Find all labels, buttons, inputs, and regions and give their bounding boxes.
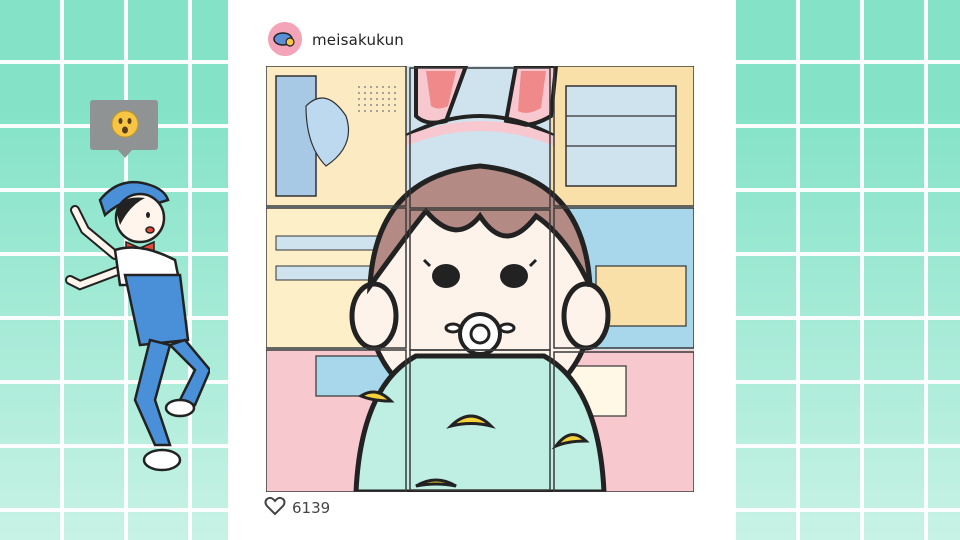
user-avatar[interactable]	[268, 22, 302, 56]
puzzle-tile[interactable]	[554, 66, 696, 208]
likes-row: 6139	[264, 496, 330, 520]
puzzle-tile[interactable]	[410, 210, 552, 352]
puzzle-board	[266, 66, 694, 492]
puzzle-tile[interactable]	[554, 352, 696, 494]
puzzle-tile[interactable]	[266, 66, 408, 208]
puzzle-tile[interactable]	[410, 350, 552, 492]
puzzle-tile[interactable]	[266, 208, 408, 350]
background-grid-right	[736, 0, 960, 540]
surprised-face-icon	[111, 110, 139, 138]
speech-bubble-tail	[118, 150, 132, 158]
character-illustration	[60, 170, 212, 500]
puzzle-tile[interactable]	[266, 350, 408, 492]
like-count: 6139	[292, 499, 331, 517]
puzzle-tile[interactable]	[554, 208, 696, 350]
puzzle-tile[interactable]	[410, 68, 552, 210]
username[interactable]: meisakukun	[312, 31, 404, 49]
heart-icon[interactable]	[264, 496, 286, 520]
